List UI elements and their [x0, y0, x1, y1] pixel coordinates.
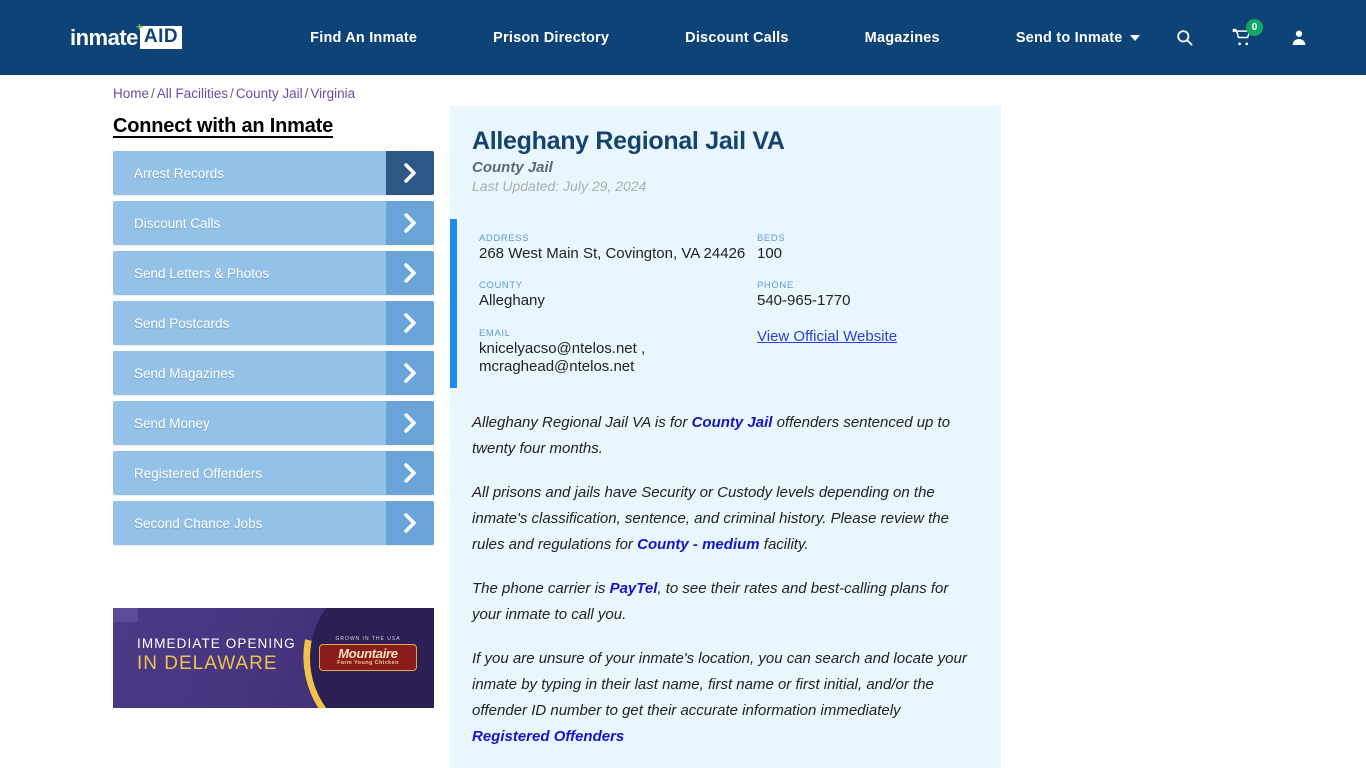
facility-email-value: knicelyacso@ntelos.net , mcraghead@ntelo…: [479, 339, 646, 375]
facility-county-value: Alleghany: [479, 292, 545, 310]
search-icon[interactable]: [1175, 28, 1194, 47]
breadcrumb: Home / All Facilities / County Jail / Virginia: [113, 86, 355, 101]
sidebar-item-label: Send Postcards: [134, 315, 230, 331]
chevron-right-icon: [386, 451, 434, 495]
sidebar-item-label: Send Money: [134, 415, 210, 431]
ad-logo-tagline: Farm Young Chicken: [337, 660, 399, 666]
breadcrumb-separator: /: [151, 86, 155, 101]
breadcrumb-item-virginia[interactable]: Virginia: [310, 86, 355, 101]
description-paragraph-3: The phone carrier is PayTel, to see thei…: [472, 576, 979, 628]
site-header: inmate + AID Find An Inmate Prison Direc…: [0, 0, 1366, 75]
nav-item-discount-calls[interactable]: Discount Calls: [647, 30, 827, 46]
nav-item-prison-directory[interactable]: Prison Directory: [455, 30, 647, 46]
nav-item-send-to-inmate[interactable]: Send to Inmate: [978, 30, 1178, 46]
nav-item-find-an-inmate[interactable]: Find An Inmate: [272, 30, 455, 46]
chevron-right-icon: [386, 301, 434, 345]
paragraph-3-text-a: The phone carrier is: [472, 579, 610, 597]
sidebar-item-label: Arrest Records: [134, 165, 225, 181]
facility-last-updated: Last Updated: July 29, 2024: [472, 178, 647, 194]
chevron-right-icon: [386, 501, 434, 545]
registered-offenders-link[interactable]: Registered Offenders: [472, 724, 624, 750]
chevron-right-icon: [386, 401, 434, 445]
facility-description: Alleghany Regional Jail VA is for County…: [450, 388, 1001, 768]
sidebar-item-send-money[interactable]: Send Money: [113, 401, 434, 445]
site-logo[interactable]: inmate + AID: [70, 19, 183, 54]
logo-word: inmate: [70, 24, 138, 50]
header-icon-group: 0: [1175, 19, 1308, 47]
facility-phone-value: 540-965-1770: [757, 292, 851, 310]
nav-item-magazines[interactable]: Magazines: [827, 30, 978, 46]
breadcrumb-item-all-facilities[interactable]: All Facilities: [157, 86, 228, 101]
facility-email-field: EMAIL knicelyacso@ntelos.net , mcraghead…: [479, 328, 757, 377]
mountaire-logo: GROWN IN THE USA Mountaire Farm Young Ch…: [319, 634, 417, 682]
facility-info-block: ADDRESS 268 West Main St, Covington, VA …: [450, 219, 1001, 389]
paragraph-4-text-a: If you are unsure of your inmate's locat…: [472, 649, 967, 719]
sidebar-title: Connect with an Inmate: [113, 115, 334, 137]
view-official-website-link[interactable]: View Official Website: [757, 328, 897, 345]
facility-phone-label: PHONE: [757, 280, 794, 292]
facility-address-value: 268 West Main St, Covington, VA 24426: [479, 245, 746, 262]
sidebar-item-label: Send Magazines: [134, 365, 235, 381]
breadcrumb-item-home[interactable]: Home: [113, 86, 149, 101]
cart-icon[interactable]: 0: [1232, 19, 1263, 47]
facility-email-label: EMAIL: [479, 327, 511, 339]
page-title: Alleghany Regional Jail VA: [472, 127, 785, 155]
facility-county-label: COUNTY: [479, 280, 523, 292]
facility-info-left-column: ADDRESS 268 West Main St, Covington, VA …: [479, 233, 757, 376]
chevron-down-icon: [1129, 34, 1140, 41]
ad-logo-plate: Mountaire Farm Young Chicken: [319, 644, 417, 671]
logo-plus-icon: +: [136, 19, 144, 34]
sidebar-item-registered-offenders[interactable]: Registered Offenders: [113, 451, 434, 495]
paragraph-1-text-a: Alleghany Regional Jail VA is for: [472, 414, 692, 432]
sidebar-item-label: Discount Calls: [134, 215, 221, 231]
breadcrumb-separator: /: [230, 86, 234, 101]
sidebar-item-discount-calls[interactable]: Discount Calls: [113, 201, 434, 245]
sidebar-item-label: Registered Offenders: [134, 465, 263, 481]
ad-logo-brand: Mountaire: [338, 646, 398, 661]
ad-corner-decoration: [113, 608, 138, 622]
facility-header: Alleghany Regional Jail VA County Jail L…: [450, 106, 1001, 194]
facility-info-right-column: BEDS 100 PHONE 540-965-1770 View Officia…: [757, 233, 997, 376]
county-jail-link[interactable]: County Jail: [692, 414, 773, 431]
ad-headline: IMMEDIATE OPENING: [137, 636, 296, 651]
sidebar-item-label: Send Letters & Photos: [134, 265, 270, 281]
breadcrumb-item-county-jail[interactable]: County Jail: [236, 86, 303, 101]
description-paragraph-2: All prisons and jails have Security or C…: [472, 480, 979, 558]
cart-count-badge: 0: [1246, 19, 1263, 36]
facility-beds-label: BEDS: [757, 233, 786, 244]
paytel-link[interactable]: PayTel: [610, 580, 658, 597]
facility-county-field: COUNTY Alleghany: [479, 280, 757, 310]
facility-address-field: ADDRESS 268 West Main St, Covington, VA …: [479, 233, 757, 263]
facility-phone-field: PHONE 540-965-1770: [757, 280, 997, 310]
sidebar-item-second-chance-jobs[interactable]: Second Chance Jobs: [113, 501, 434, 545]
main-nav: Find An Inmate Prison Directory Discount…: [272, 30, 1177, 46]
chevron-right-icon: [386, 151, 434, 195]
sidebar-item-send-magazines[interactable]: Send Magazines: [113, 351, 434, 395]
chevron-right-icon: [386, 201, 434, 245]
facility-address-label: ADDRESS: [479, 233, 530, 244]
facility-website-field: View Official Website: [757, 328, 997, 346]
logo-aid: AID: [139, 26, 183, 49]
ad-banner[interactable]: IMMEDIATE OPENING IN DELAWARE GROWN IN T…: [113, 608, 434, 708]
description-paragraph-1: Alleghany Regional Jail VA is for County…: [472, 410, 979, 462]
sidebar-item-label: Second Chance Jobs: [134, 515, 263, 531]
ad-subhead: IN DELAWARE: [137, 653, 278, 675]
description-paragraph-4: If you are unsure of your inmate's locat…: [472, 646, 979, 750]
facility-type: County Jail: [472, 159, 553, 176]
user-icon[interactable]: [1290, 28, 1308, 47]
ad-text: IMMEDIATE OPENING IN DELAWARE: [137, 636, 296, 676]
sidebar-item-arrest-records[interactable]: Arrest Records: [113, 151, 434, 195]
chevron-right-icon: [386, 251, 434, 295]
sidebar-item-send-postcards[interactable]: Send Postcards: [113, 301, 434, 345]
sidebar: Connect with an Inmate Arrest Records Di…: [113, 115, 434, 551]
sidebar-item-send-letters-photos[interactable]: Send Letters & Photos: [113, 251, 434, 295]
nav-item-send-to-inmate-label: Send to Inmate: [1015, 29, 1123, 46]
chevron-right-icon: [386, 351, 434, 395]
county-medium-link[interactable]: County - medium: [637, 536, 760, 553]
facility-beds-field: BEDS 100: [757, 233, 997, 263]
facility-beds-value: 100: [757, 245, 783, 262]
ad-logo-arc-text: GROWN IN THE USA: [335, 636, 401, 642]
facility-card: Alleghany Regional Jail VA County Jail L…: [450, 106, 1001, 768]
paragraph-2-text-b: facility.: [759, 535, 809, 553]
